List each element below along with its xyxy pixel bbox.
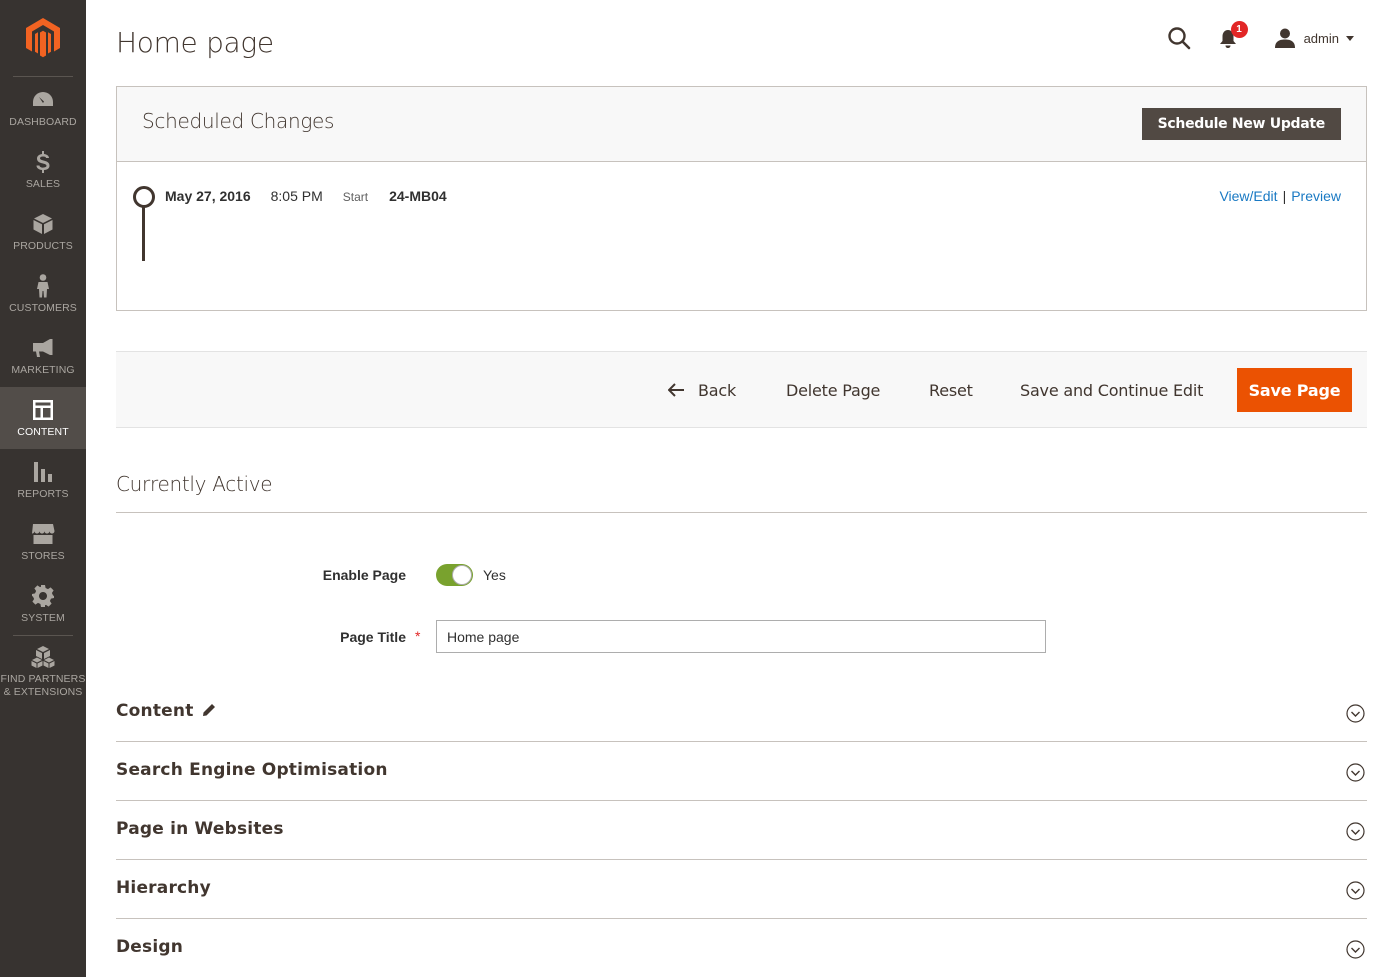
cubes-icon bbox=[31, 645, 55, 669]
entry-date: May 27, 2016 bbox=[165, 188, 251, 204]
scheduled-changes-title: Scheduled Changes bbox=[142, 109, 335, 133]
chevron-down-circle-icon bbox=[1346, 822, 1365, 841]
chevron-down-circle-icon bbox=[1346, 940, 1365, 959]
sidebar-item-dashboard[interactable]: DASHBOARD bbox=[0, 77, 86, 139]
scheduled-entry: May 27, 2016 8:05 PM Start 24-MB04 bbox=[165, 188, 447, 204]
sidebar-item-label: FIND PARTNERS & EXTENSIONS bbox=[0, 673, 86, 698]
chevron-down-circle-icon bbox=[1346, 881, 1365, 900]
scheduled-changes-body: May 27, 2016 8:05 PM Start 24-MB04 View/… bbox=[117, 162, 1366, 310]
logo-container bbox=[13, 0, 73, 77]
chevron-down-icon bbox=[1346, 35, 1354, 41]
required-marker: * bbox=[415, 628, 421, 644]
sidebar-item-marketing[interactable]: MARKETING bbox=[0, 325, 86, 387]
enable-page-value: Yes bbox=[483, 567, 506, 583]
sidebar-item-partners[interactable]: FIND PARTNERS & EXTENSIONS bbox=[0, 636, 86, 708]
section-title: Page in Websites bbox=[116, 819, 284, 839]
header-actions: 1 admin bbox=[1167, 21, 1354, 54]
dashboard-icon bbox=[31, 88, 55, 112]
page-title-input[interactable] bbox=[436, 620, 1046, 653]
sidebar-item-label: PRODUCTS bbox=[13, 239, 73, 252]
entry-time: 8:05 PM bbox=[270, 188, 323, 204]
sidebar-item-label: SYSTEM bbox=[21, 611, 65, 624]
box-icon bbox=[31, 212, 55, 236]
preview-link[interactable]: Preview bbox=[1291, 188, 1341, 204]
section-title: Hierarchy bbox=[116, 878, 211, 898]
page-actions-bar: Back Delete Page Reset Save and Continue… bbox=[116, 351, 1367, 428]
sidebar-item-system[interactable]: SYSTEM bbox=[0, 573, 86, 635]
section-content[interactable]: Content bbox=[116, 683, 1367, 742]
link-separator: | bbox=[1282, 188, 1287, 204]
sidebar-item-sales[interactable]: SALES bbox=[0, 139, 86, 201]
chevron-down-circle-icon bbox=[1346, 704, 1365, 723]
section-page-in-websites[interactable]: Page in Websites bbox=[116, 801, 1367, 860]
sidebar-item-products[interactable]: PRODUCTS bbox=[0, 201, 86, 263]
admin-sidebar: DASHBOARD SALES PRODUCTS CUSTOMERS MARKE… bbox=[0, 0, 86, 977]
section-title: Design bbox=[116, 937, 184, 957]
save-and-continue-button[interactable]: Save and Continue Edit bbox=[1020, 368, 1203, 412]
save-page-button[interactable]: Save Page bbox=[1237, 368, 1352, 412]
delete-page-button[interactable]: Delete Page bbox=[786, 368, 880, 412]
gear-icon bbox=[31, 584, 55, 608]
enable-page-toggle[interactable] bbox=[436, 564, 473, 586]
back-label: Back bbox=[698, 380, 737, 400]
scheduled-changes-header: Scheduled Changes Schedule New Update bbox=[117, 87, 1366, 162]
timeline-line bbox=[142, 207, 145, 261]
toggle-knob bbox=[452, 565, 472, 585]
arrow-left-icon bbox=[668, 383, 684, 397]
notification-badge: 1 bbox=[1230, 21, 1248, 38]
sidebar-item-content[interactable]: CONTENT bbox=[0, 387, 86, 449]
user-menu[interactable]: admin bbox=[1274, 28, 1354, 48]
person-icon bbox=[31, 273, 55, 298]
megaphone-icon bbox=[31, 336, 55, 360]
sidebar-item-reports[interactable]: REPORTS bbox=[0, 449, 86, 511]
entry-code: 24-MB04 bbox=[389, 188, 447, 204]
page-title-label: Page Title bbox=[340, 629, 406, 645]
chevron-down-circle-icon bbox=[1346, 763, 1365, 782]
page-title: Home page bbox=[116, 26, 274, 59]
search-icon[interactable] bbox=[1167, 26, 1191, 50]
enable-page-label: Enable Page bbox=[322, 567, 406, 583]
user-name: admin bbox=[1303, 30, 1339, 46]
magento-logo[interactable] bbox=[26, 18, 60, 58]
layout-icon bbox=[31, 398, 55, 422]
section-divider bbox=[116, 512, 1367, 513]
sidebar-item-stores[interactable]: STORES bbox=[0, 511, 86, 573]
section-seo[interactable]: Search Engine Optimisation bbox=[116, 742, 1367, 801]
bar-chart-icon bbox=[31, 460, 55, 484]
reset-button[interactable]: Reset bbox=[929, 368, 973, 412]
sidebar-item-label: MARKETING bbox=[11, 363, 75, 376]
sidebar-item-label: CUSTOMERS bbox=[9, 301, 77, 314]
timeline-marker-icon bbox=[133, 186, 155, 208]
sidebar-item-label: REPORTS bbox=[17, 487, 69, 500]
sidebar-item-label: SALES bbox=[25, 177, 61, 190]
sidebar-item-label: DASHBOARD bbox=[9, 115, 77, 128]
pencil-icon[interactable] bbox=[202, 703, 216, 717]
schedule-new-update-button[interactable]: Schedule New Update bbox=[1141, 108, 1341, 140]
notifications-button[interactable]: 1 bbox=[1219, 21, 1248, 49]
view-edit-link[interactable]: View/Edit bbox=[1219, 188, 1277, 204]
user-icon bbox=[1274, 28, 1295, 48]
sidebar-item-customers[interactable]: CUSTOMERS bbox=[0, 263, 86, 325]
currently-active-title: Currently Active bbox=[116, 472, 273, 496]
section-title: Search Engine Optimisation bbox=[116, 760, 388, 780]
back-button[interactable]: Back bbox=[668, 368, 736, 412]
sidebar-item-label: CONTENT bbox=[17, 425, 69, 438]
dollar-icon bbox=[31, 150, 55, 174]
store-icon bbox=[31, 522, 55, 546]
sidebar-item-label: STORES bbox=[21, 549, 65, 562]
entry-type: Start bbox=[342, 190, 369, 204]
section-title: Content bbox=[116, 701, 194, 721]
section-design[interactable]: Design bbox=[116, 919, 1367, 977]
section-hierarchy[interactable]: Hierarchy bbox=[116, 860, 1367, 919]
entry-links: View/Edit | Preview bbox=[1219, 188, 1341, 204]
scheduled-changes-panel: Scheduled Changes Schedule New Update Ma… bbox=[116, 86, 1367, 311]
